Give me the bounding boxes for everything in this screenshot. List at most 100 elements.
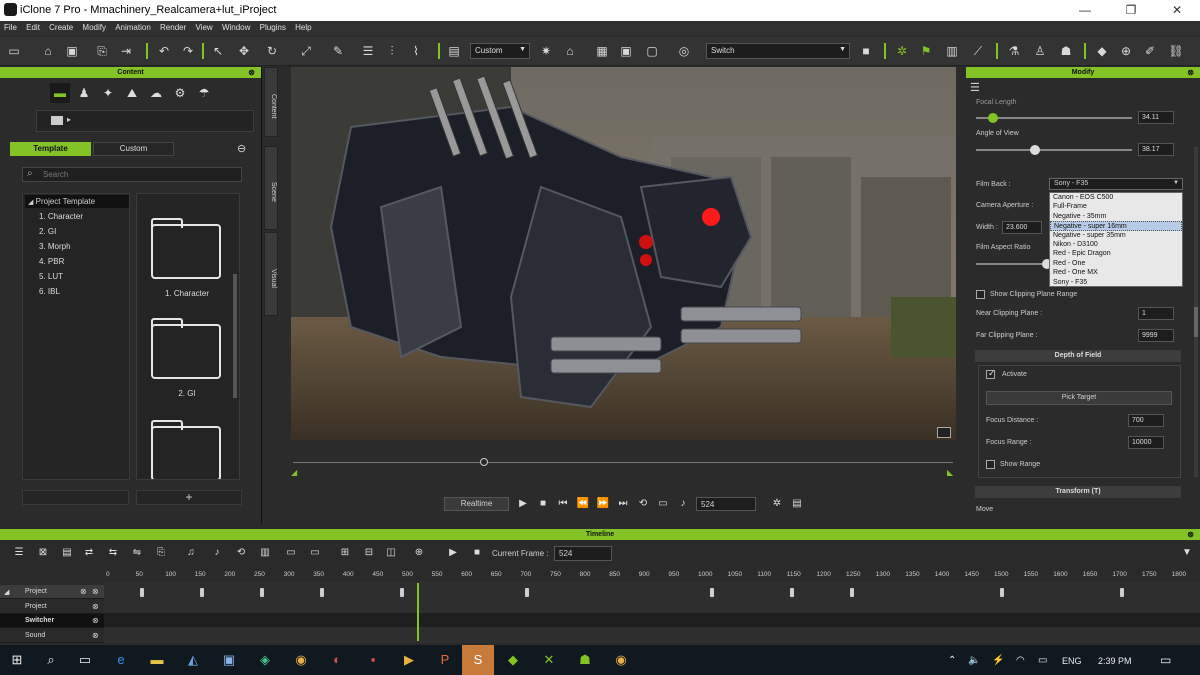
subtitle-icon[interactable] — [937, 427, 951, 438]
keyframe-marker[interactable] — [200, 588, 204, 597]
grid-icon[interactable]: ▣ — [618, 43, 634, 59]
flag-icon[interactable]: ⚑ — [918, 43, 934, 59]
keyframe-marker[interactable] — [1120, 588, 1124, 597]
app-icon[interactable]: ◭ — [178, 645, 208, 675]
folder-icon[interactable] — [151, 318, 221, 379]
keyframe-marker[interactable] — [320, 588, 324, 597]
language-indicator[interactable]: ENG — [1062, 656, 1082, 666]
link-icon[interactable]: ⛓ — [1168, 43, 1184, 59]
light-icon[interactable]: ✷ — [538, 43, 554, 59]
scrub-track[interactable] — [293, 462, 953, 463]
battery-icon[interactable]: ▭ — [1038, 655, 1047, 666]
menu-animation[interactable]: Animation — [111, 21, 154, 32]
start-icon[interactable]: ⊞ — [2, 645, 32, 675]
tile-scrollbar[interactable] — [233, 274, 237, 398]
last-frame-icon[interactable]: ⏭ — [615, 497, 631, 511]
transition-icon[interactable]: ⇋ — [130, 546, 144, 560]
save-icon[interactable]: ▣ — [64, 43, 80, 59]
switcher-track-lane[interactable] — [104, 613, 1200, 627]
camera-view-icon[interactable]: ◎ — [676, 43, 692, 59]
app-icon[interactable]: ▪ — [358, 645, 388, 675]
track-close-icon[interactable]: ⊗ — [92, 631, 99, 640]
focus-distance-input[interactable]: 700 — [1128, 414, 1164, 427]
props-tab-icon[interactable]: ⚙ — [170, 83, 190, 103]
add-button[interactable]: + — [136, 490, 242, 505]
menu-edit[interactable]: Edit — [22, 21, 43, 32]
animation-tab-icon[interactable]: ✦ — [98, 83, 118, 103]
chrome-icon[interactable]: ◉ — [606, 645, 636, 675]
menu-help[interactable]: Help — [291, 21, 314, 32]
track-close-icon[interactable]: ⊗ — [80, 587, 87, 596]
playhead[interactable] — [417, 583, 419, 641]
track-close-icon[interactable]: ⊗ — [92, 616, 99, 625]
collapse-icon[interactable]: ⊖ — [237, 142, 246, 155]
current-frame-input[interactable]: 524 — [554, 546, 612, 561]
motion-icon[interactable]: ✲ — [894, 43, 910, 59]
panel-close-icon[interactable]: ⊗ — [1187, 529, 1194, 540]
redo-icon[interactable]: ↷ — [180, 43, 196, 59]
side-tab-scene[interactable]: Scene — [264, 146, 278, 230]
keyframe-marker[interactable] — [850, 588, 854, 597]
menu-render[interactable]: Render — [156, 21, 189, 32]
tray-chevron-icon[interactable]: ⌃ — [948, 655, 956, 666]
music-icon[interactable]: ♪ — [675, 497, 691, 511]
close-button[interactable]: ✕ — [1154, 0, 1200, 21]
tab-template[interactable]: Template — [10, 142, 91, 156]
camera-switch-combo[interactable]: Switch ▼ — [706, 43, 850, 59]
media-player-icon[interactable]: ▶ — [394, 645, 424, 675]
timeline-options-icon[interactable]: ▼ — [1180, 546, 1194, 560]
iclone-icon[interactable]: ◆ — [498, 645, 528, 675]
menu-view[interactable]: View — [192, 21, 216, 32]
swap-icon[interactable]: ⇄ — [82, 546, 96, 560]
distribute-icon[interactable]: ⫶ — [384, 43, 400, 59]
track-area[interactable] — [104, 581, 1200, 643]
app-icon[interactable]: ◈ — [250, 645, 280, 675]
clock[interactable]: 2:39 PM — [1098, 656, 1132, 666]
menu-plugins[interactable]: Plugins — [256, 21, 289, 32]
actor-tab-icon[interactable]: ♟ — [74, 83, 94, 103]
frame-icon[interactable]: ▢ — [644, 43, 660, 59]
zoom-icon[interactable]: ⊕ — [412, 546, 426, 560]
filter-icon[interactable]: ▤ — [60, 546, 74, 560]
maximize-button[interactable]: ❐ — [1108, 0, 1154, 21]
brush-icon[interactable]: ✎ — [330, 43, 346, 59]
tree-item-lut[interactable]: 5. LUT — [39, 272, 63, 281]
dropdown-option[interactable]: Red - One MX — [1050, 268, 1182, 277]
dropdown-option[interactable]: Full-Frame — [1050, 202, 1182, 211]
frame-input[interactable]: 524 — [696, 497, 756, 511]
folder-icon[interactable] — [151, 218, 221, 279]
stop-icon[interactable]: ■ — [535, 497, 551, 511]
timeline-stop-icon[interactable]: ■ — [470, 546, 484, 560]
track-project[interactable]: Project — [0, 600, 104, 614]
keyframe-marker[interactable] — [260, 588, 264, 597]
powerpoint-icon[interactable]: P — [430, 645, 460, 675]
project-tab-icon[interactable]: ▬ — [50, 83, 70, 103]
dropdown-option[interactable]: Sony - F35 — [1050, 278, 1182, 287]
tree-item-morph[interactable]: 3. Morph — [39, 242, 71, 251]
tree-item-character[interactable]: 1. Character — [39, 212, 83, 221]
tree-item-ibl[interactable]: 6. IBL — [39, 287, 60, 296]
range-start-icon[interactable]: ◢ — [291, 468, 297, 477]
view-mode-combo[interactable]: Custom ▼ — [470, 43, 530, 59]
modify-scrollbar[interactable] — [1194, 147, 1198, 477]
film-back-dropdown[interactable]: Canon - EOS C500 Full-Frame Negative - 3… — [1049, 192, 1183, 287]
activate-checkbox[interactable]: ✓ — [986, 368, 996, 379]
snap-icon[interactable]: ⌇ — [408, 43, 424, 59]
scale-icon[interactable]: ⤢ — [298, 43, 314, 59]
focal-length-input[interactable]: 34.11 — [1138, 111, 1174, 124]
search-icon[interactable]: ⌕ — [36, 645, 66, 675]
keyframe-marker[interactable] — [1000, 588, 1004, 597]
wifi-icon[interactable]: ◠ — [1016, 655, 1025, 666]
keyframe-marker[interactable] — [525, 588, 529, 597]
edit-icon[interactable]: ✐ — [1142, 43, 1158, 59]
physics-icon[interactable]: ⚗ — [1006, 43, 1022, 59]
stage-tab-icon[interactable]: ⛰ — [122, 83, 142, 103]
app-icon[interactable]: ◐ — [322, 645, 352, 675]
sound-icon[interactable]: ♫ — [184, 546, 198, 560]
diamond-icon[interactable]: ◆ — [1094, 43, 1110, 59]
media-tab-icon[interactable]: ☂ — [194, 83, 214, 103]
path-icon[interactable]: ⟋ — [970, 43, 986, 59]
key-icon[interactable]: ⊠ — [36, 546, 50, 560]
track-close-icon[interactable]: ⊗ — [92, 602, 99, 611]
import-icon[interactable]: ⎘ — [94, 43, 110, 59]
